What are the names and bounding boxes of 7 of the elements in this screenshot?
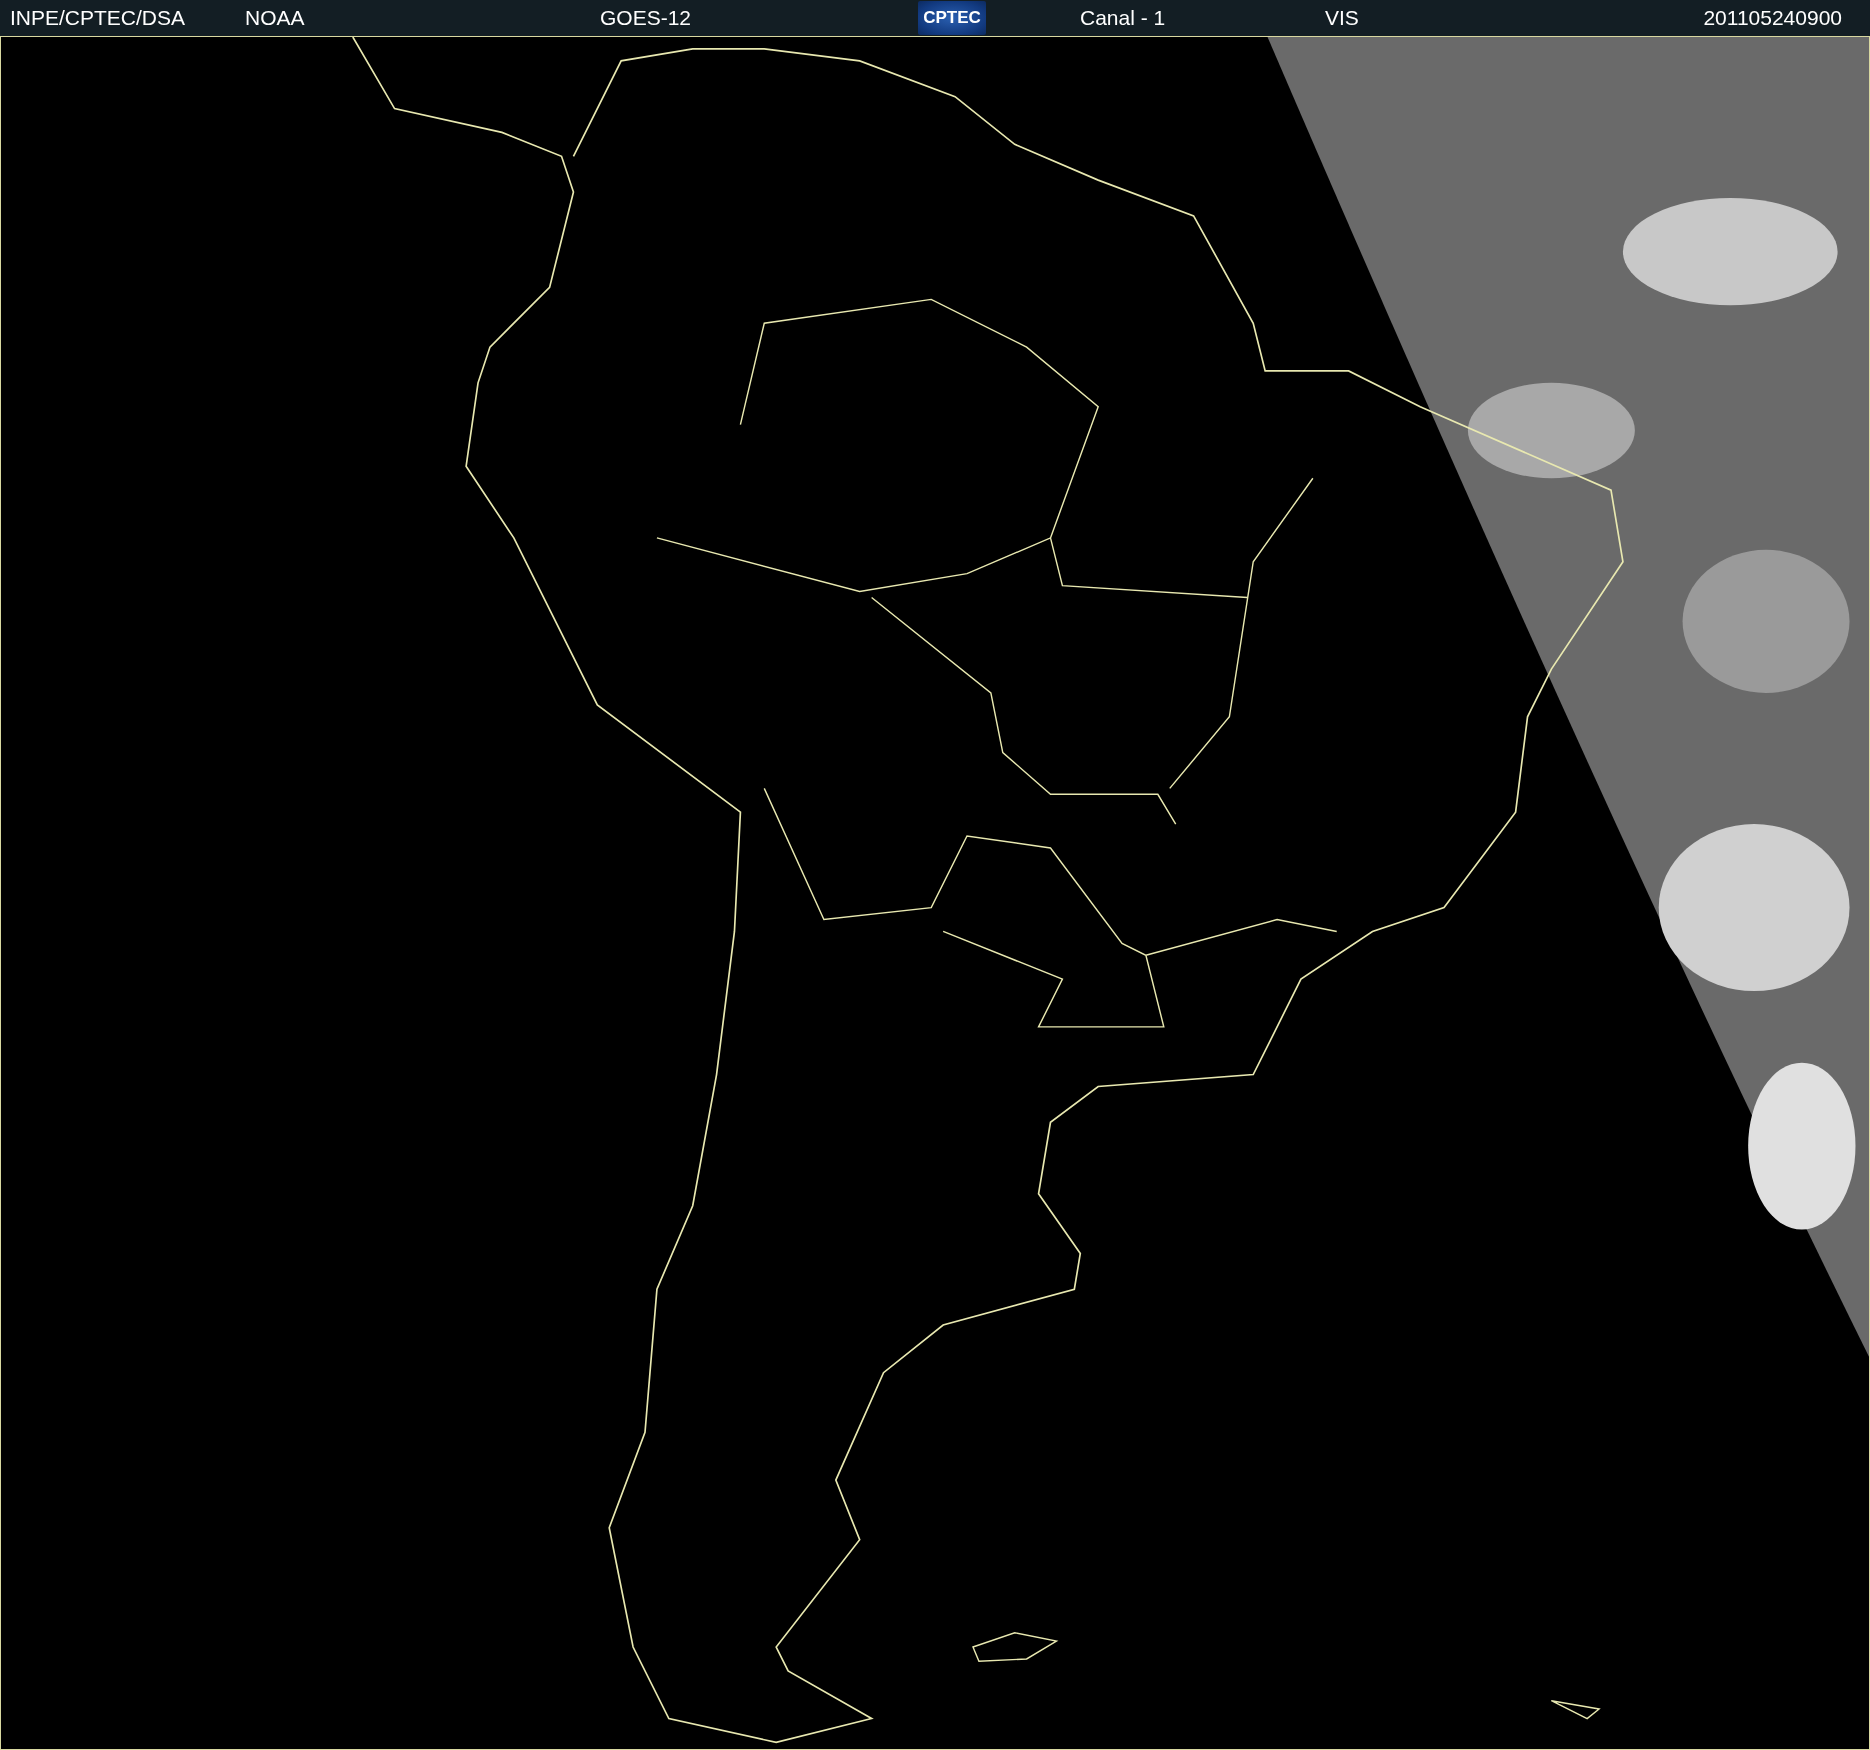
source-label: INPE/CPTEC/DSA [10,6,186,30]
logo: CPTEC [918,1,986,35]
band-label: VIS [1325,6,1359,30]
satellite-label: GOES-12 [600,6,692,30]
timestamp-label: 201105240900 [1703,6,1842,30]
channel-label: Canal - 1 [1080,6,1166,30]
agency-label: NOAA [245,6,305,30]
